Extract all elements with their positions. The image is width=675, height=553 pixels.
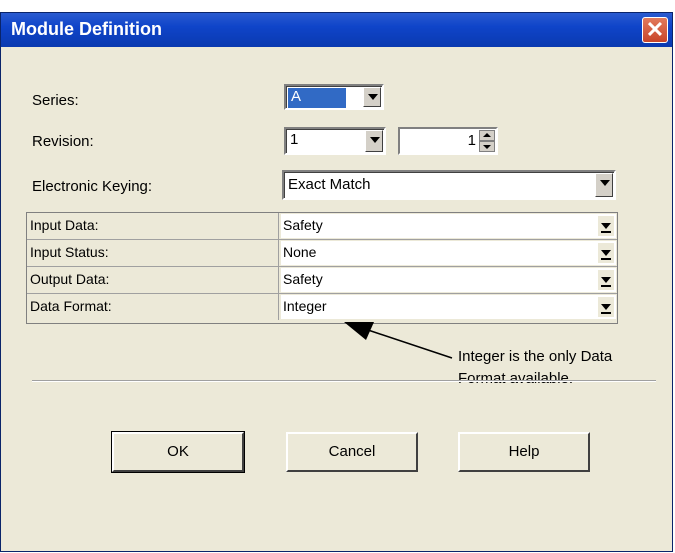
chevron-down-icon[interactable] [598, 297, 614, 317]
spin-up-icon[interactable] [479, 130, 495, 141]
revision-minor-value: 1 [467, 132, 476, 149]
divider [32, 380, 656, 382]
grid-row: Input Data: Safety [27, 213, 617, 240]
close-icon: ✕ [645, 17, 665, 42]
cancel-button[interactable]: Cancel [286, 432, 418, 472]
input-status-select[interactable]: None [281, 241, 616, 265]
grid-row-value: Integer [283, 298, 327, 314]
revision-minor-spinner[interactable]: 1 [398, 127, 498, 155]
grid-row-value: Safety [283, 271, 323, 287]
chevron-down-icon[interactable] [598, 270, 614, 290]
data-format-select[interactable]: Integer [281, 295, 616, 319]
chevron-down-icon[interactable] [365, 130, 383, 152]
connection-grid: Input Data: Safety Input Status: None Ou… [26, 212, 618, 324]
spin-down-icon[interactable] [479, 141, 495, 152]
spinner-buttons[interactable] [479, 130, 495, 152]
window-title: Module Definition [11, 19, 162, 39]
ok-button[interactable]: OK [111, 431, 245, 473]
series-label: Series: [32, 92, 79, 109]
chevron-down-icon[interactable] [598, 243, 614, 263]
series-select[interactable]: A [284, 84, 384, 110]
grid-row: Data Format: Integer [27, 294, 617, 321]
keying-label: Electronic Keying: [32, 178, 153, 195]
grid-row-label: Input Data: [27, 213, 279, 239]
revision-major-value: 1 [290, 131, 299, 148]
grid-row: Input Status: None [27, 240, 617, 267]
chevron-down-icon[interactable] [363, 87, 381, 107]
grid-row-value: None [283, 244, 317, 260]
keying-value: Exact Match [288, 176, 371, 193]
grid-row-label: Output Data: [27, 267, 279, 293]
chevron-down-icon[interactable] [595, 173, 613, 197]
chevron-down-icon[interactable] [598, 216, 614, 236]
callout-text: Integer is the only Data Format availabl… [458, 346, 658, 390]
grid-row: Output Data: Safety [27, 267, 617, 294]
callout-line-2: Format available. [458, 370, 574, 387]
callout-line-1: Integer is the only Data [458, 348, 613, 365]
help-button[interactable]: Help [458, 432, 590, 472]
title-bar[interactable]: Module Definition ✕ [1, 13, 672, 47]
grid-row-value: Safety [283, 217, 323, 233]
grid-row-label: Input Status: [27, 240, 279, 266]
close-button[interactable]: ✕ [642, 17, 668, 43]
input-data-select[interactable]: Safety [281, 214, 616, 238]
revision-label: Revision: [32, 133, 94, 150]
revision-major-select[interactable]: 1 [284, 127, 386, 155]
series-value: A [288, 88, 346, 108]
keying-select[interactable]: Exact Match [282, 170, 616, 200]
output-data-select[interactable]: Safety [281, 268, 616, 292]
grid-row-label: Data Format: [27, 294, 279, 320]
